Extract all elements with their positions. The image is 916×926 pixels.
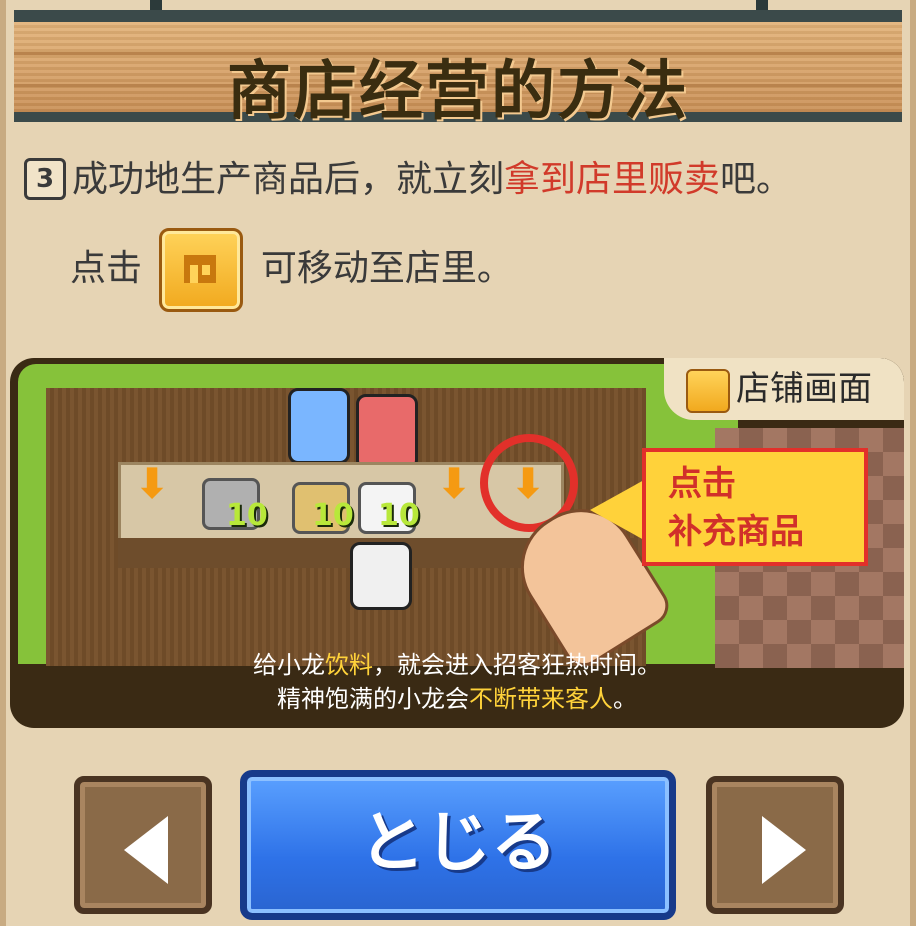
left-arrow-icon xyxy=(124,816,168,884)
item-count: 10 xyxy=(312,498,354,533)
hero-character-sprite xyxy=(288,388,350,464)
step-number-badge: 3 xyxy=(24,158,66,200)
instruction-line-2: 点击 可移动至店里。 xyxy=(70,228,513,312)
caption-line-1: 给小龙饮料，就会进入招客狂热时间。 xyxy=(253,651,661,679)
callout-line-2: 补充商品 xyxy=(668,512,804,552)
callout-pointer xyxy=(590,480,644,540)
shop-screen-label-text: 店铺画面 xyxy=(736,369,872,409)
instruction-line-1: 3 成功地生产商品后，就立刻拿到店里贩卖吧。 xyxy=(24,150,792,202)
page-title: 商店经营的方法 xyxy=(227,55,689,129)
shop-mini-icon xyxy=(686,368,730,413)
down-arrow-icon: ⬇ xyxy=(436,459,472,508)
close-button[interactable]: とじる xyxy=(240,770,676,920)
tutorial-image-panel: 店铺画面 ⬇ 10 10 10 ⬇ ⬇ 点击 补充商品 给小龙饮料，就会进入招客… xyxy=(10,358,904,728)
item-count: 10 xyxy=(378,498,420,533)
shop-screen-label: 店铺画面 xyxy=(664,358,904,420)
restock-callout: 点击 补充商品 xyxy=(642,448,868,566)
item-count: 10 xyxy=(226,498,268,533)
caption-line-2: 精神饱满的小龙会不断带来客人。 xyxy=(277,685,637,713)
previous-page-button[interactable] xyxy=(74,776,212,914)
tutorial-caption: 给小龙饮料，就会进入招客狂热时间。 精神饱满的小龙会不断带来客人。 xyxy=(10,648,904,716)
title-board: 商店经营的方法 xyxy=(14,10,902,129)
instruction-text-c: 点击 xyxy=(70,248,143,289)
instruction-highlight: 拿到店里贩卖 xyxy=(504,159,721,200)
instruction-text-d: 可移动至店里。 xyxy=(260,248,513,289)
instruction-text-b: 吧。 xyxy=(720,159,793,200)
pig-monster-sprite xyxy=(356,394,418,470)
down-arrow-icon: ⬇ xyxy=(134,459,170,508)
instruction-text-a: 成功地生产商品后，就立刻 xyxy=(72,159,505,200)
shopkeeper-sprite xyxy=(350,542,412,610)
right-arrow-icon xyxy=(762,816,806,884)
next-page-button[interactable] xyxy=(706,776,844,914)
callout-line-1: 点击 xyxy=(668,464,736,504)
shop-icon xyxy=(159,228,244,312)
